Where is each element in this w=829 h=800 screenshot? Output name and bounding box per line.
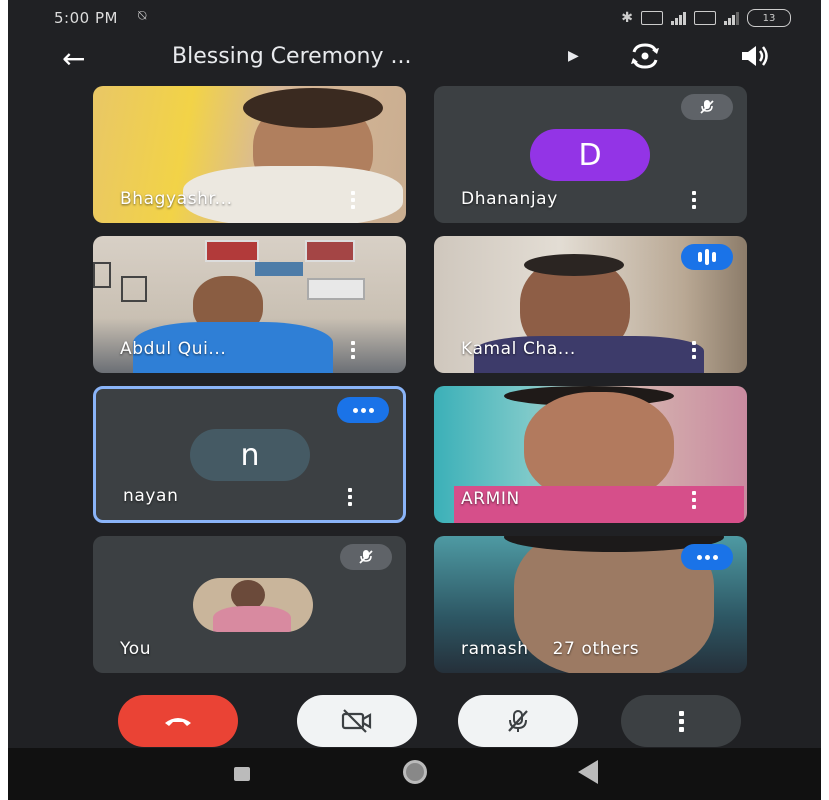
volte-icon-2 (694, 11, 716, 25)
speaker-icon[interactable] (736, 42, 772, 70)
wall-frame (205, 240, 259, 262)
participant-tile[interactable]: Bhagyashr... (93, 86, 406, 223)
signal-icon (671, 11, 686, 25)
status-icons: ✱ 13 (621, 9, 791, 27)
participant-name: ramash 27 others (461, 639, 639, 659)
participant-name: ARMIN (461, 489, 520, 509)
meet-screen: 5:00 PM ⍉ ✱ 13 ← Blessing Ceremony ... ▶ (8, 0, 821, 800)
mic-off-icon (359, 550, 373, 564)
mic-toggle-button[interactable] (458, 695, 578, 747)
mic-off-badge (340, 544, 392, 570)
end-call-button[interactable] (118, 695, 238, 747)
navigation-bar (8, 748, 821, 800)
more-vert-icon[interactable] (351, 191, 356, 209)
switch-camera-icon[interactable] (628, 42, 662, 70)
more-vert-icon[interactable] (351, 341, 356, 359)
others-count: 27 others (552, 639, 640, 659)
avatar: D (530, 129, 650, 181)
more-options-badge[interactable] (337, 397, 389, 423)
participant-tile[interactable]: ARMIN (434, 386, 747, 523)
wall-frame (93, 262, 111, 288)
participant-tile-pinned[interactable]: n nayan (93, 386, 406, 523)
more-vert-icon (678, 710, 684, 732)
back-arrow-icon[interactable]: ← (62, 42, 85, 75)
bluetooth-icon: ✱ (621, 10, 633, 26)
wall-frame (307, 278, 365, 300)
more-options-badge[interactable] (681, 544, 733, 570)
wall-frame (255, 262, 303, 276)
meeting-title[interactable]: Blessing Ceremony ... (172, 44, 412, 69)
more-vert-icon[interactable] (692, 191, 697, 209)
more-vert-icon[interactable] (692, 341, 697, 359)
status-bar: 5:00 PM ⍉ ✱ 13 (8, 0, 821, 36)
participant-name-text: ramash (461, 639, 529, 659)
participant-tile[interactable]: D Dhananjay (434, 86, 747, 223)
avatar: n (190, 429, 310, 481)
more-vert-icon[interactable] (348, 488, 353, 506)
status-time: 5:00 PM (54, 9, 118, 27)
recents-icon[interactable] (234, 767, 250, 781)
participant-name: You (120, 639, 152, 659)
participant-name: Abdul Qui... (120, 339, 227, 359)
participant-tile[interactable]: Kamal Cha... (434, 236, 747, 373)
wall-frame (305, 240, 355, 262)
more-vert-icon[interactable] (692, 491, 697, 509)
speaking-badge (681, 244, 733, 270)
top-bar: ← Blessing Ceremony ... ▶ (8, 36, 821, 80)
self-avatar (193, 578, 313, 632)
signal-icon-2 (724, 11, 739, 25)
back-icon[interactable] (578, 760, 598, 784)
participant-tile[interactable]: Abdul Qui... (93, 236, 406, 373)
participant-name: nayan (123, 486, 179, 506)
volte-icon (641, 11, 663, 25)
participant-video-hair (524, 254, 624, 276)
camera-off-icon (341, 709, 372, 733)
chevron-right-icon[interactable]: ▶ (568, 48, 579, 64)
battery-icon: 13 (747, 9, 791, 27)
wall-frame (121, 276, 147, 302)
participant-video-hair (243, 88, 383, 128)
participant-tile[interactable]: ramash 27 others (434, 536, 747, 673)
alarm-off-icon: ⍉ (138, 8, 147, 24)
participant-name: Dhananjay (461, 189, 558, 209)
mic-off-icon (700, 100, 714, 114)
mic-off-icon (508, 710, 528, 732)
camera-toggle-button[interactable] (297, 695, 417, 747)
mic-off-badge (681, 94, 733, 120)
participant-tile-self[interactable]: You (93, 536, 406, 673)
end-call-icon (165, 718, 191, 726)
participant-name: Bhagyashr... (120, 189, 233, 209)
home-icon[interactable] (403, 760, 427, 784)
more-options-button[interactable] (621, 695, 741, 747)
participant-name: Kamal Cha... (461, 339, 576, 359)
